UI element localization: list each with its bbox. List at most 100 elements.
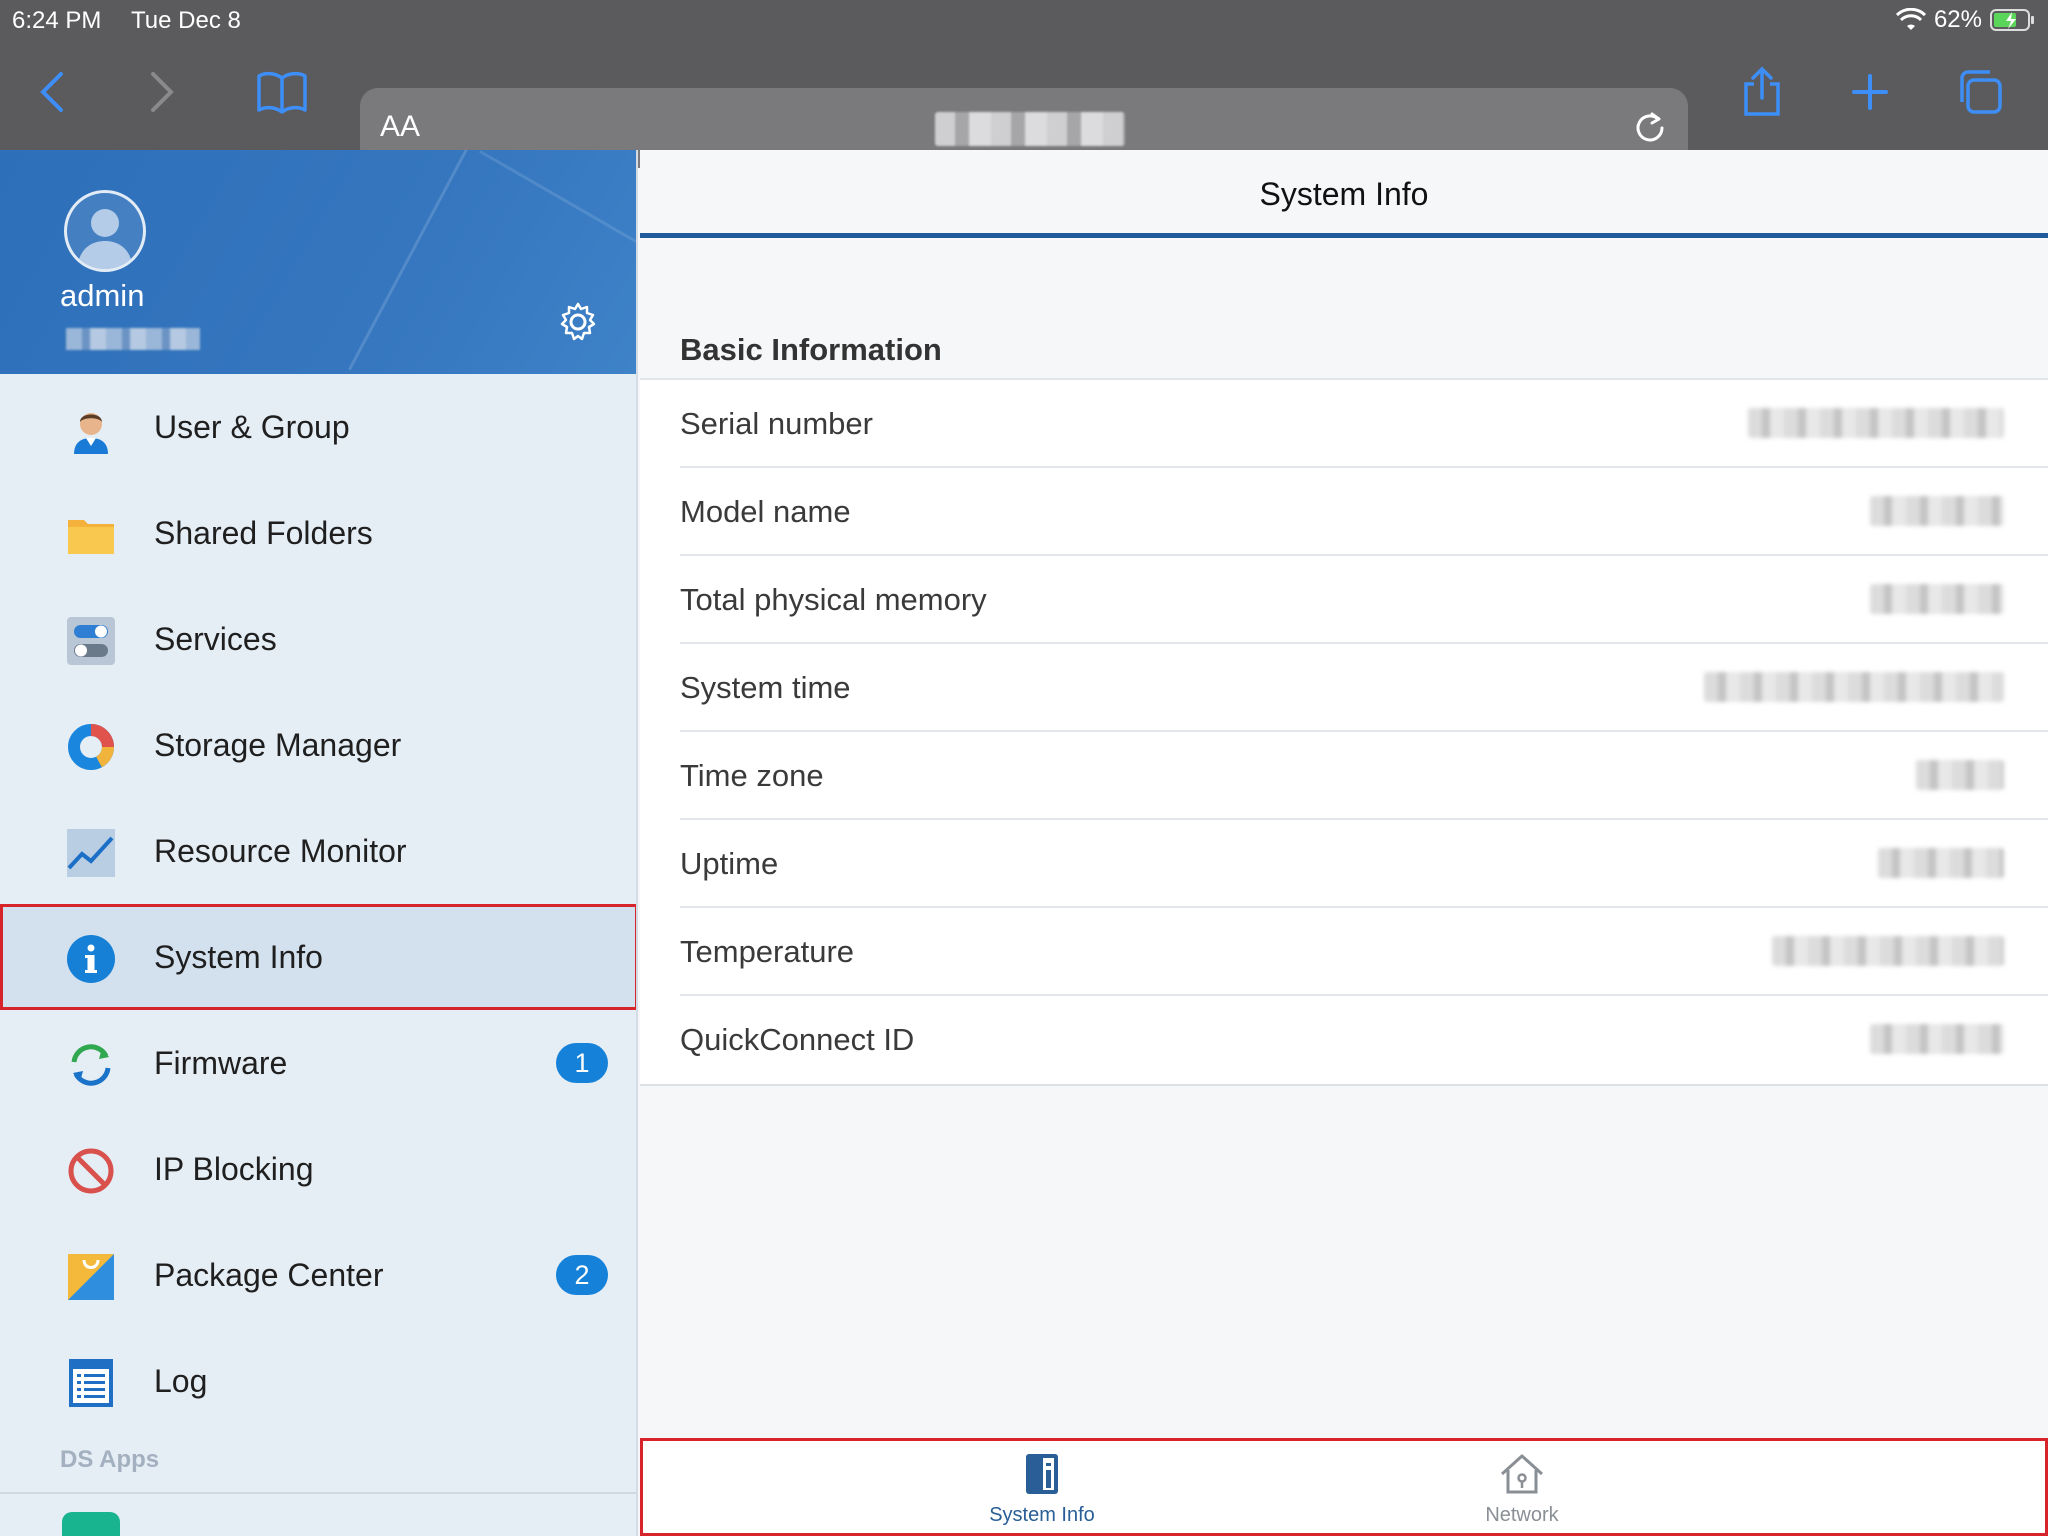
browser-toolbar: AA (0, 40, 2048, 168)
sidebar-item-user-group[interactable]: User & Group (0, 374, 636, 480)
sidebar-item-label: System Info (154, 938, 323, 975)
info-row-temperature: Temperature (680, 908, 2048, 996)
network-house-icon (1500, 1454, 1544, 1494)
sidebar-item-label: Resource Monitor (154, 832, 407, 869)
tab-label: Network (1485, 1504, 1559, 1526)
sidebar-section-ds-apps: DS Apps (60, 1446, 160, 1473)
info-row-uptime: Uptime (680, 820, 2048, 908)
info-label: Time zone (680, 758, 824, 793)
sidebar-menu: User & Group Shared Folders Services Sto… (0, 374, 636, 1434)
back-button[interactable] (22, 62, 82, 122)
info-label: Uptime (680, 846, 779, 881)
header-decoration (348, 150, 473, 371)
package-bag-icon (68, 1254, 114, 1300)
sidebar-item-firmware[interactable]: Firmware 1 (0, 1010, 636, 1116)
basic-information-heading: Basic Information (680, 332, 942, 367)
info-label: QuickConnect ID (680, 1022, 915, 1057)
page-title: System Info (1259, 176, 1429, 212)
share-icon (1744, 66, 1780, 116)
battery-percent: 62% (1933, 6, 1982, 33)
user-group-icon (74, 413, 108, 454)
sidebar-item-ip-blocking[interactable]: IP Blocking (0, 1116, 636, 1222)
profile-header: admin (0, 150, 636, 374)
url-text-redacted (935, 112, 1125, 146)
firmware-update-badge: 1 (556, 1043, 608, 1083)
sidebar: admin User & Group Shared Folders Servic… (0, 150, 638, 1536)
status-right: 62% (1895, 6, 2036, 34)
info-value-redacted (1916, 760, 2004, 790)
info-row-total-physical-memory: Total physical memory (680, 556, 2048, 644)
text-size-button[interactable]: AA (380, 110, 420, 144)
share-button[interactable] (1732, 62, 1792, 122)
new-tab-icon (1852, 74, 1888, 110)
info-value-redacted (1704, 672, 2004, 702)
reload-icon[interactable] (1630, 108, 1670, 148)
forward-button[interactable] (132, 62, 192, 122)
status-date: Tue Dec 8 (131, 7, 241, 34)
sidebar-item-system-info[interactable]: System Info (0, 904, 636, 1010)
info-row-serial-number: Serial number (680, 380, 2048, 468)
bottom-tab-bar: System Info Network (640, 1438, 2048, 1536)
sidebar-item-label: Log (154, 1362, 208, 1399)
info-label: Serial number (680, 406, 873, 441)
info-row-model-name: Model name (680, 468, 2048, 556)
ds-app-icon[interactable] (62, 1512, 120, 1536)
info-value-redacted (1748, 408, 2004, 438)
forward-icon (151, 72, 174, 112)
info-value-redacted (1870, 1024, 2004, 1054)
gear-icon[interactable] (556, 300, 600, 344)
services-toggle-icon (67, 617, 115, 665)
info-label: System time (680, 670, 851, 705)
info-value-redacted (1772, 936, 2004, 966)
main-header: System Info (640, 150, 2048, 238)
log-list-icon (69, 1359, 113, 1407)
system-info-tab-icon (1026, 1454, 1058, 1494)
user-avatar-icon (77, 209, 133, 269)
sidebar-item-storage-manager[interactable]: Storage Manager (0, 692, 636, 798)
sidebar-item-label: Package Center (154, 1256, 384, 1293)
package-update-badge: 2 (556, 1255, 608, 1295)
sidebar-item-label: Services (154, 620, 277, 657)
resource-chart-icon (67, 829, 115, 877)
bookmarks-icon (257, 71, 307, 114)
sidebar-item-package-center[interactable]: Package Center 2 (0, 1222, 636, 1328)
divider (0, 1492, 636, 1494)
folder-icon (68, 520, 114, 554)
sidebar-item-label: Firmware (154, 1044, 288, 1081)
status-bar: 6:24 PM Tue Dec 8 62% (0, 0, 2048, 40)
info-row-quickconnect-id: QuickConnect ID (680, 996, 2048, 1084)
info-row-system-time: System time (680, 644, 2048, 732)
new-tab-button[interactable] (1840, 62, 1900, 122)
info-label: Total physical memory (680, 582, 987, 617)
sidebar-item-log[interactable]: Log (0, 1328, 636, 1434)
info-label: Model name (680, 494, 851, 529)
back-icon (40, 72, 63, 112)
basic-info-list: Serial number Model name Total physical … (640, 378, 2048, 1086)
info-icon (67, 935, 115, 983)
wifi-icon (1895, 8, 1926, 30)
avatar[interactable] (64, 190, 146, 272)
sidebar-item-shared-folders[interactable]: Shared Folders (0, 480, 636, 586)
block-icon (68, 1148, 114, 1194)
firmware-refresh-icon (71, 1044, 111, 1086)
battery-icon (1990, 9, 2034, 31)
sidebar-item-label: Shared Folders (154, 514, 373, 551)
profile-host-redacted (66, 328, 200, 350)
status-time: 6:24 PM (12, 7, 102, 34)
sidebar-item-resource-monitor[interactable]: Resource Monitor (0, 798, 636, 904)
info-value-redacted (1870, 584, 2004, 614)
tabs-button[interactable] (1950, 62, 2010, 122)
info-value-redacted (1870, 496, 2004, 526)
sidebar-item-label: Storage Manager (154, 726, 402, 763)
sidebar-item-services[interactable]: Services (0, 586, 636, 692)
sidebar-item-label: IP Blocking (154, 1150, 314, 1187)
tabs-icon (1960, 70, 2002, 114)
main-panel: System Info Basic Information Serial num… (640, 150, 2048, 1536)
profile-username: admin (60, 278, 145, 313)
info-row-time-zone: Time zone (680, 732, 2048, 820)
info-value-redacted (1878, 848, 2004, 878)
bookmarks-button[interactable] (252, 62, 312, 122)
sidebar-item-label: User & Group (154, 408, 350, 445)
tab-network[interactable]: Network (1170, 1438, 1874, 1536)
header-decoration (479, 150, 636, 253)
